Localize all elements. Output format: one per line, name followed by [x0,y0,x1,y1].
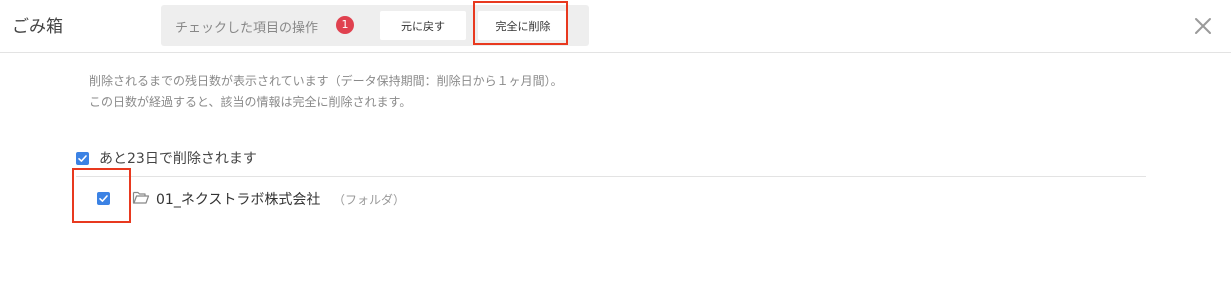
close-icon [1195,18,1211,34]
folder-icon [132,190,150,209]
restore-button[interactable]: 元に戻す [380,11,466,40]
page-title: ごみ箱 [12,17,63,37]
item-name[interactable]: 01_ネクストラボ株式会社 [156,189,320,209]
group-checkbox[interactable] [76,152,89,165]
checkmark-icon [78,155,87,162]
notice-line-1: 削除されるまでの残日数が表示されています（データ保持期間：削除日から１ヶ月間）。 [89,74,563,88]
selection-toolbar: チェックした項目の操作 1 元に戻す 完全に削除 [161,5,589,46]
permanent-delete-button[interactable]: 完全に削除 [478,11,568,40]
item-checkbox[interactable] [97,192,110,205]
header: ごみ箱 チェックした項目の操作 1 元に戻す 完全に削除 [0,0,1231,53]
close-button[interactable] [1191,14,1215,38]
notice-line-2: この日数が経過すると、該当の情報は完全に削除されます。 [89,95,412,109]
deletion-group-header: あと23日で削除されます [76,148,1146,177]
group-label: あと23日で削除されます [99,151,257,167]
list-item: 01_ネクストラボ株式会社 （フォルダ） [76,184,1146,214]
trash-page: ごみ箱 チェックした項目の操作 1 元に戻す 完全に削除 削除されるまでの残日数… [0,0,1231,289]
item-type: （フォルダ） [333,193,406,207]
checkmark-icon [99,195,108,202]
toolbar-label: チェックした項目の操作 [175,21,319,36]
retention-notice: 削除されるまでの残日数が表示されています（データ保持期間：削除日から１ヶ月間）。… [89,71,563,113]
selected-count-badge: 1 [336,16,354,34]
